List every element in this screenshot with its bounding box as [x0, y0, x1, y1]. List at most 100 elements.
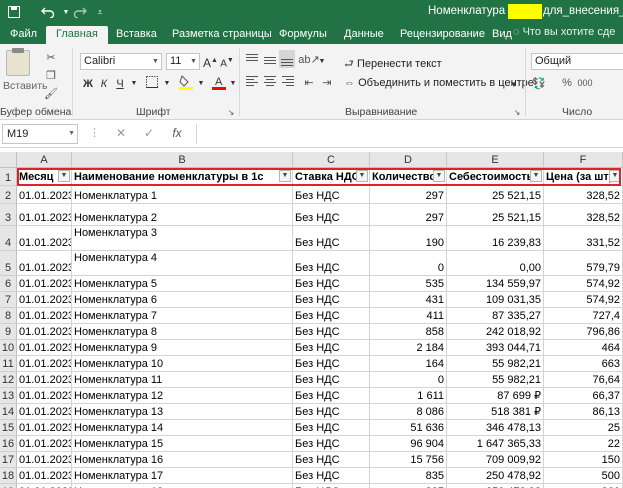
comma-style-icon[interactable]: 000 — [577, 76, 592, 90]
table-cell[interactable]: 328,52 — [544, 186, 623, 204]
table-cell[interactable]: Номенклатура 2 — [72, 204, 293, 226]
increase-indent-icon[interactable]: ⇥ — [320, 75, 334, 89]
table-cell[interactable]: Без НДС — [293, 468, 370, 484]
table-cell[interactable]: 574,92 — [544, 276, 623, 292]
row-header[interactable]: 8 — [0, 308, 17, 324]
row-header[interactable]: 13 — [0, 388, 17, 404]
table-cell[interactable]: 01.01.2023 — [17, 468, 72, 484]
table-cell[interactable]: 411 — [370, 308, 447, 324]
wrap-text-button[interactable]: ⮐ Перенести текст — [344, 55, 442, 74]
table-cell[interactable]: 393 044,71 — [447, 340, 544, 356]
percent-icon[interactable]: % — [560, 76, 574, 90]
cancel-icon[interactable]: ✕ — [114, 126, 128, 140]
tab-file[interactable]: Файл — [8, 26, 39, 44]
chevron-down-icon[interactable]: ▼ — [197, 76, 205, 92]
chevron-down-icon[interactable]: ▼ — [229, 76, 237, 92]
table-cell[interactable]: Номенклатура 17 — [72, 468, 293, 484]
table-cell[interactable]: 01.01.2023 — [17, 420, 72, 436]
formula-input[interactable] — [196, 124, 623, 144]
table-cell[interactable]: 96 904 — [370, 436, 447, 452]
enter-icon[interactable]: ✓ — [142, 126, 156, 140]
table-cell[interactable]: 51 636 — [370, 420, 447, 436]
table-cell[interactable]: 76,64 — [544, 372, 623, 388]
table-cell[interactable]: 25 521,15 — [447, 186, 544, 204]
table-cell[interactable]: 01.01.2023 — [17, 324, 72, 340]
table-cell[interactable]: 01.01.2023 — [17, 404, 72, 420]
row-header[interactable]: 9 — [0, 324, 17, 340]
undo-icon[interactable] — [40, 4, 56, 20]
table-cell[interactable]: Номенклатура 6 — [72, 292, 293, 308]
table-cell[interactable]: 835 — [370, 484, 447, 488]
table-cell[interactable]: Без НДС — [293, 292, 370, 308]
table-cell[interactable]: 328,52 — [544, 204, 623, 226]
filter-dropdown-icon[interactable]: ▼ — [609, 170, 621, 182]
header-cell[interactable]: Наименование номенклатуры в 1с ▼ — [72, 168, 293, 186]
table-cell[interactable]: 431 — [370, 292, 447, 308]
table-cell[interactable]: 250 478,92 — [447, 468, 544, 484]
table-cell[interactable]: Без НДС — [293, 308, 370, 324]
customize-qat-icon[interactable]: ⩡ — [92, 4, 108, 20]
table-cell[interactable]: Без НДС — [293, 388, 370, 404]
table-cell[interactable]: Номенклатура 4 — [72, 251, 293, 276]
table-cell[interactable]: 86,13 — [544, 404, 623, 420]
spreadsheet-grid[interactable]: A B C D E F 1 Месяц ▼ Наименование номенклатуры в… — [0, 152, 623, 488]
table-cell[interactable]: 242 018,92 — [447, 324, 544, 340]
table-cell[interactable]: 0 — [370, 251, 447, 276]
copy-icon[interactable]: ❐ — [44, 68, 58, 82]
filter-dropdown-icon[interactable]: ▼ — [356, 170, 368, 182]
table-cell[interactable]: 25 521,15 — [447, 204, 544, 226]
table-cell[interactable]: 01.01.2023 — [17, 251, 72, 276]
table-cell[interactable]: 164 — [370, 356, 447, 372]
table-cell[interactable]: Номенклатура 7 — [72, 308, 293, 324]
table-cell[interactable]: Без НДС — [293, 324, 370, 340]
row-header[interactable]: 4 — [0, 226, 17, 251]
increase-font-icon[interactable]: A▲ — [203, 53, 218, 70]
format-painter-icon[interactable]: 🖌 — [44, 86, 58, 100]
table-cell[interactable]: Без НДС — [293, 356, 370, 372]
filter-dropdown-icon[interactable]: ▼ — [279, 170, 291, 182]
row-header[interactable]: 19 — [0, 484, 17, 488]
row-header[interactable]: 18 — [0, 468, 17, 484]
table-cell[interactable]: 663 — [544, 356, 623, 372]
paste-icon[interactable] — [6, 48, 30, 76]
table-cell[interactable]: Номенклатура 1 — [72, 186, 293, 204]
underline-button[interactable]: Ч — [114, 76, 126, 92]
table-cell[interactable]: Без НДС — [293, 186, 370, 204]
chevron-down-icon[interactable]: ▼ — [318, 54, 326, 70]
currency-icon[interactable]: 💱 — [532, 76, 546, 90]
table-cell[interactable]: Номенклатура 3 — [72, 226, 293, 251]
column-header-a[interactable]: A — [17, 152, 72, 168]
row-header[interactable]: 17 — [0, 452, 17, 468]
row-header[interactable]: 7 — [0, 292, 17, 308]
table-cell[interactable]: 55 982,21 — [447, 372, 544, 388]
table-cell[interactable]: Номенклатура 18 — [72, 484, 293, 488]
paste-button[interactable]: Вставить — [3, 80, 48, 92]
cut-icon[interactable]: ✂ — [44, 50, 58, 64]
tab-page-layout[interactable]: Разметка страницы — [170, 26, 274, 44]
table-cell[interactable]: Без НДС — [293, 276, 370, 292]
table-cell[interactable]: Номенклатура 16 — [72, 452, 293, 468]
row-header[interactable]: 2 — [0, 186, 17, 204]
table-cell[interactable]: Номенклатура 10 — [72, 356, 293, 372]
table-cell[interactable]: 15 756 — [370, 452, 447, 468]
header-cell[interactable]: Ставка НДС ▼ — [293, 168, 370, 186]
table-cell[interactable]: 01.01.2023 — [17, 388, 72, 404]
table-cell[interactable]: 150 — [544, 452, 623, 468]
table-cell[interactable]: Без НДС — [293, 404, 370, 420]
table-cell[interactable]: 01.01.2023 — [17, 276, 72, 292]
table-cell[interactable]: 1 647 365,33 — [447, 436, 544, 452]
table-cell[interactable]: 518 381 ₽ — [447, 404, 544, 420]
table-cell[interactable]: Номенклатура 5 — [72, 276, 293, 292]
table-cell[interactable]: 860 — [544, 484, 623, 488]
tab-home[interactable]: Главная — [46, 26, 108, 44]
font-size-select[interactable]: 11 ▼ — [166, 53, 200, 70]
table-cell[interactable]: Номенклатура 15 — [72, 436, 293, 452]
tab-view[interactable]: Вид — [490, 26, 514, 44]
table-cell[interactable]: 22 — [544, 436, 623, 452]
table-cell[interactable]: Номенклатура 13 — [72, 404, 293, 420]
chevron-down-icon[interactable]: ▼ — [130, 76, 138, 92]
align-bottom-icon[interactable] — [279, 50, 295, 68]
table-cell[interactable]: 87 699 ₽ — [447, 388, 544, 404]
table-cell[interactable]: Номенклатура 8 — [72, 324, 293, 340]
table-cell[interactable]: 190 — [370, 226, 447, 251]
